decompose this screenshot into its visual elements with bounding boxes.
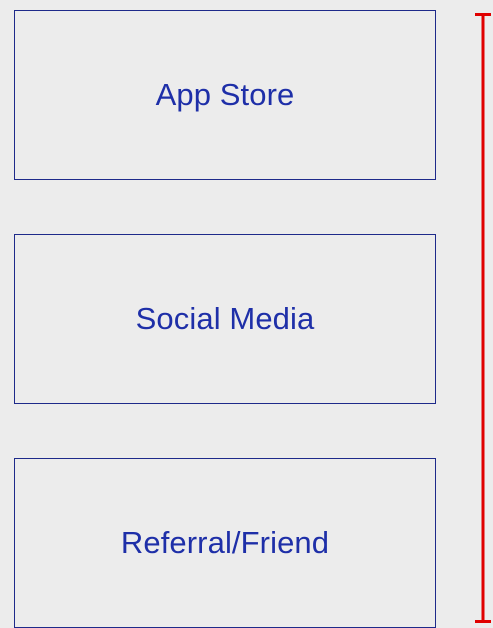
group-bracket: [475, 13, 491, 623]
option-referral-friend[interactable]: Referral/Friend: [14, 458, 436, 628]
option-label-app-store: App Store: [155, 77, 295, 112]
option-social-media[interactable]: Social Media: [14, 234, 436, 404]
option-label-social-media: Social Media: [135, 301, 315, 336]
option-app-store[interactable]: App Store: [14, 10, 436, 180]
option-label-referral-friend: Referral/Friend: [120, 525, 330, 560]
